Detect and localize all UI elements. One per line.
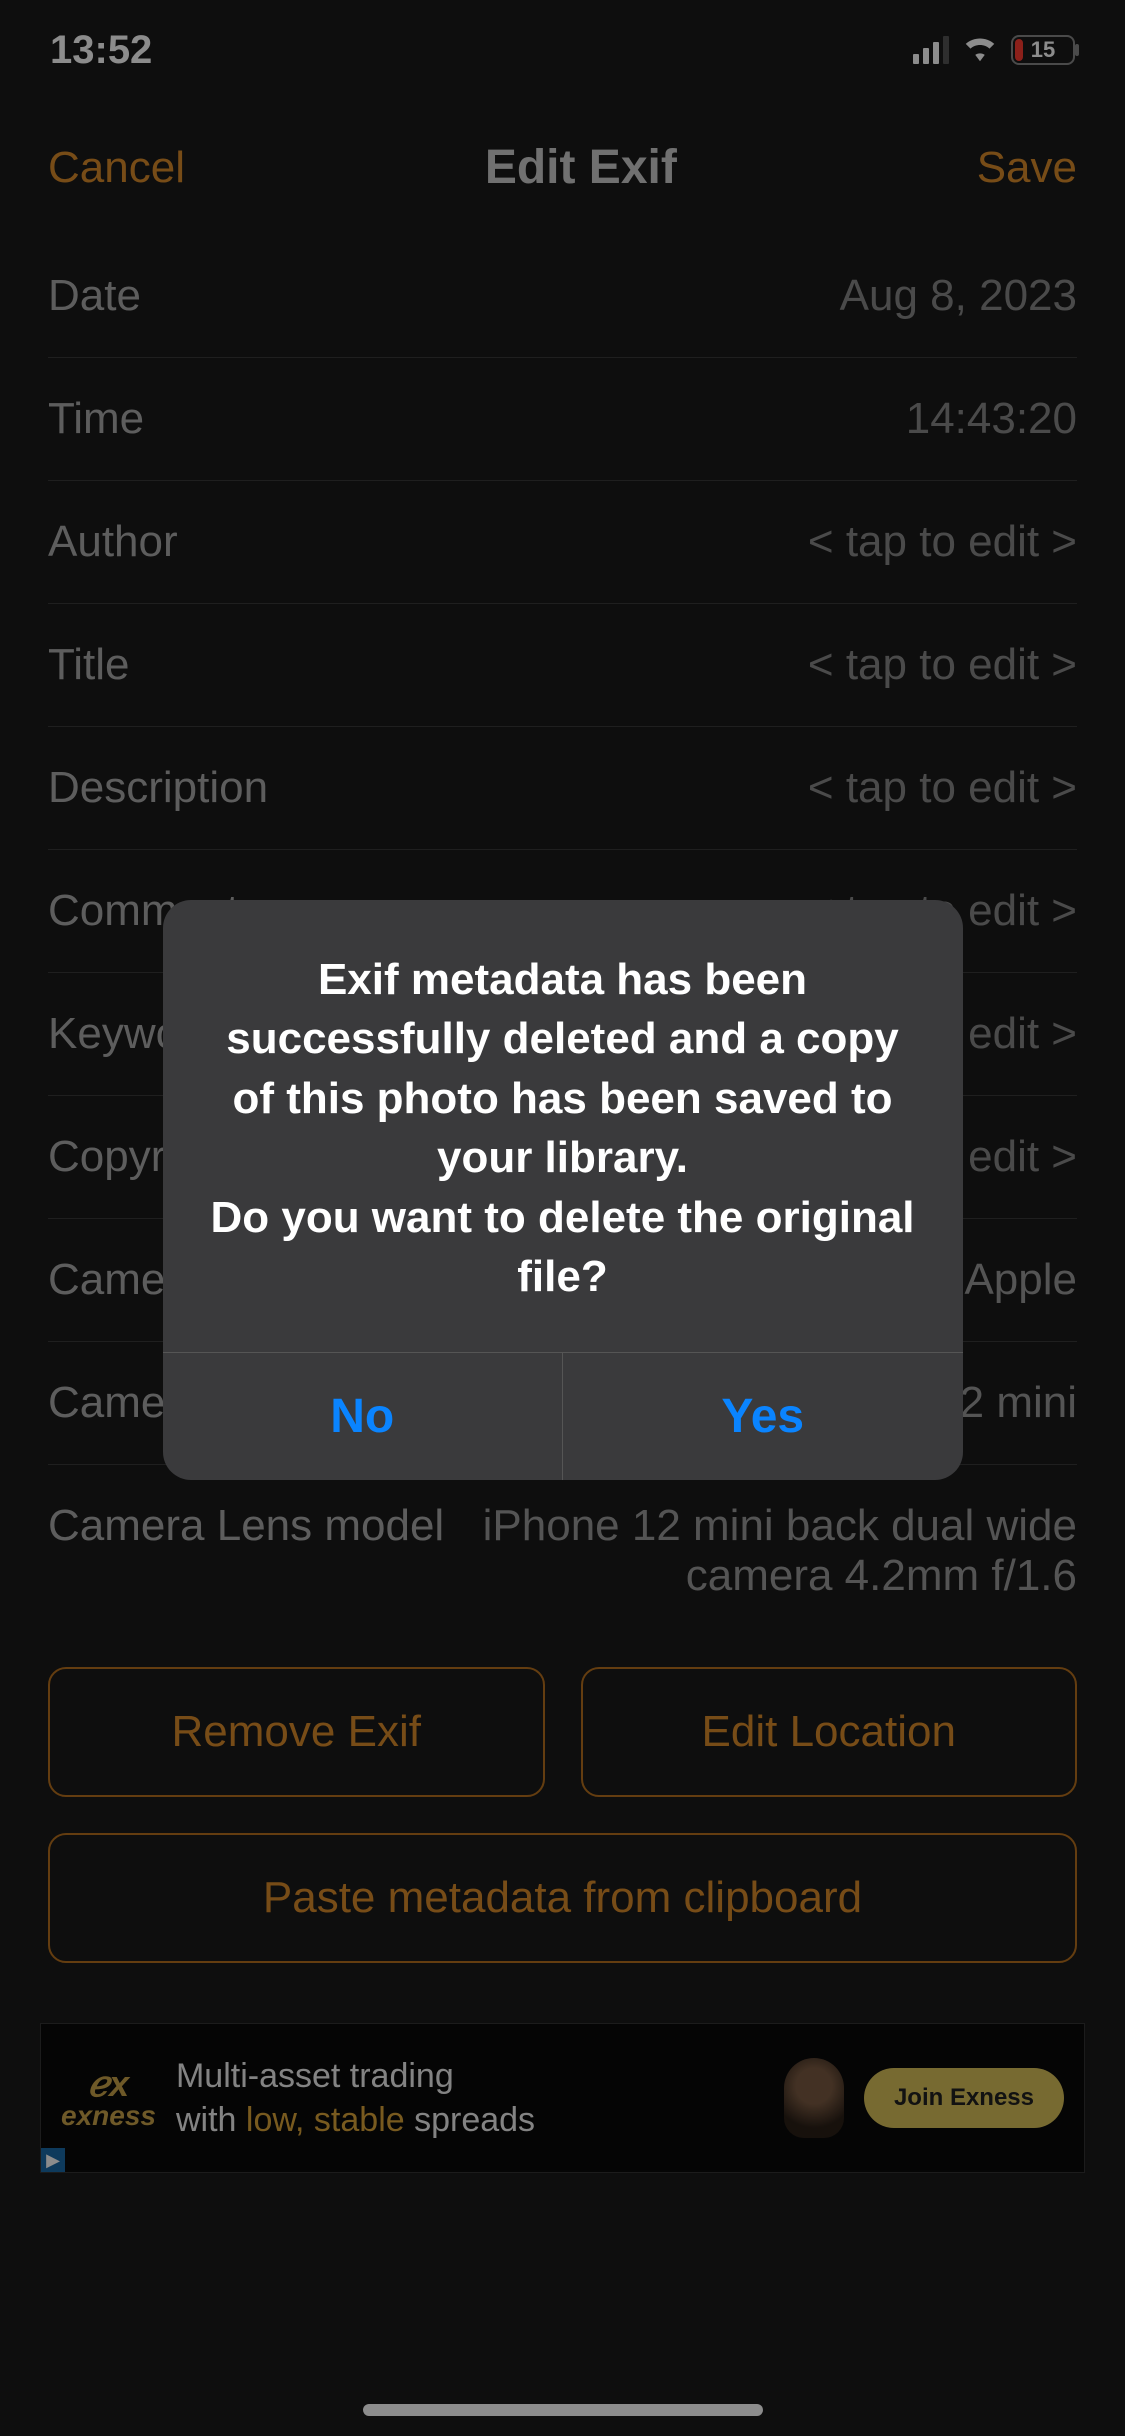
alert-no-button[interactable]: No — [163, 1353, 563, 1480]
alert-yes-button[interactable]: Yes — [562, 1353, 963, 1480]
alert-actions: No Yes — [163, 1352, 963, 1480]
alert-message: Exif metadata has been successfully dele… — [163, 900, 963, 1352]
alert-dialog: Exif metadata has been successfully dele… — [163, 900, 963, 1480]
